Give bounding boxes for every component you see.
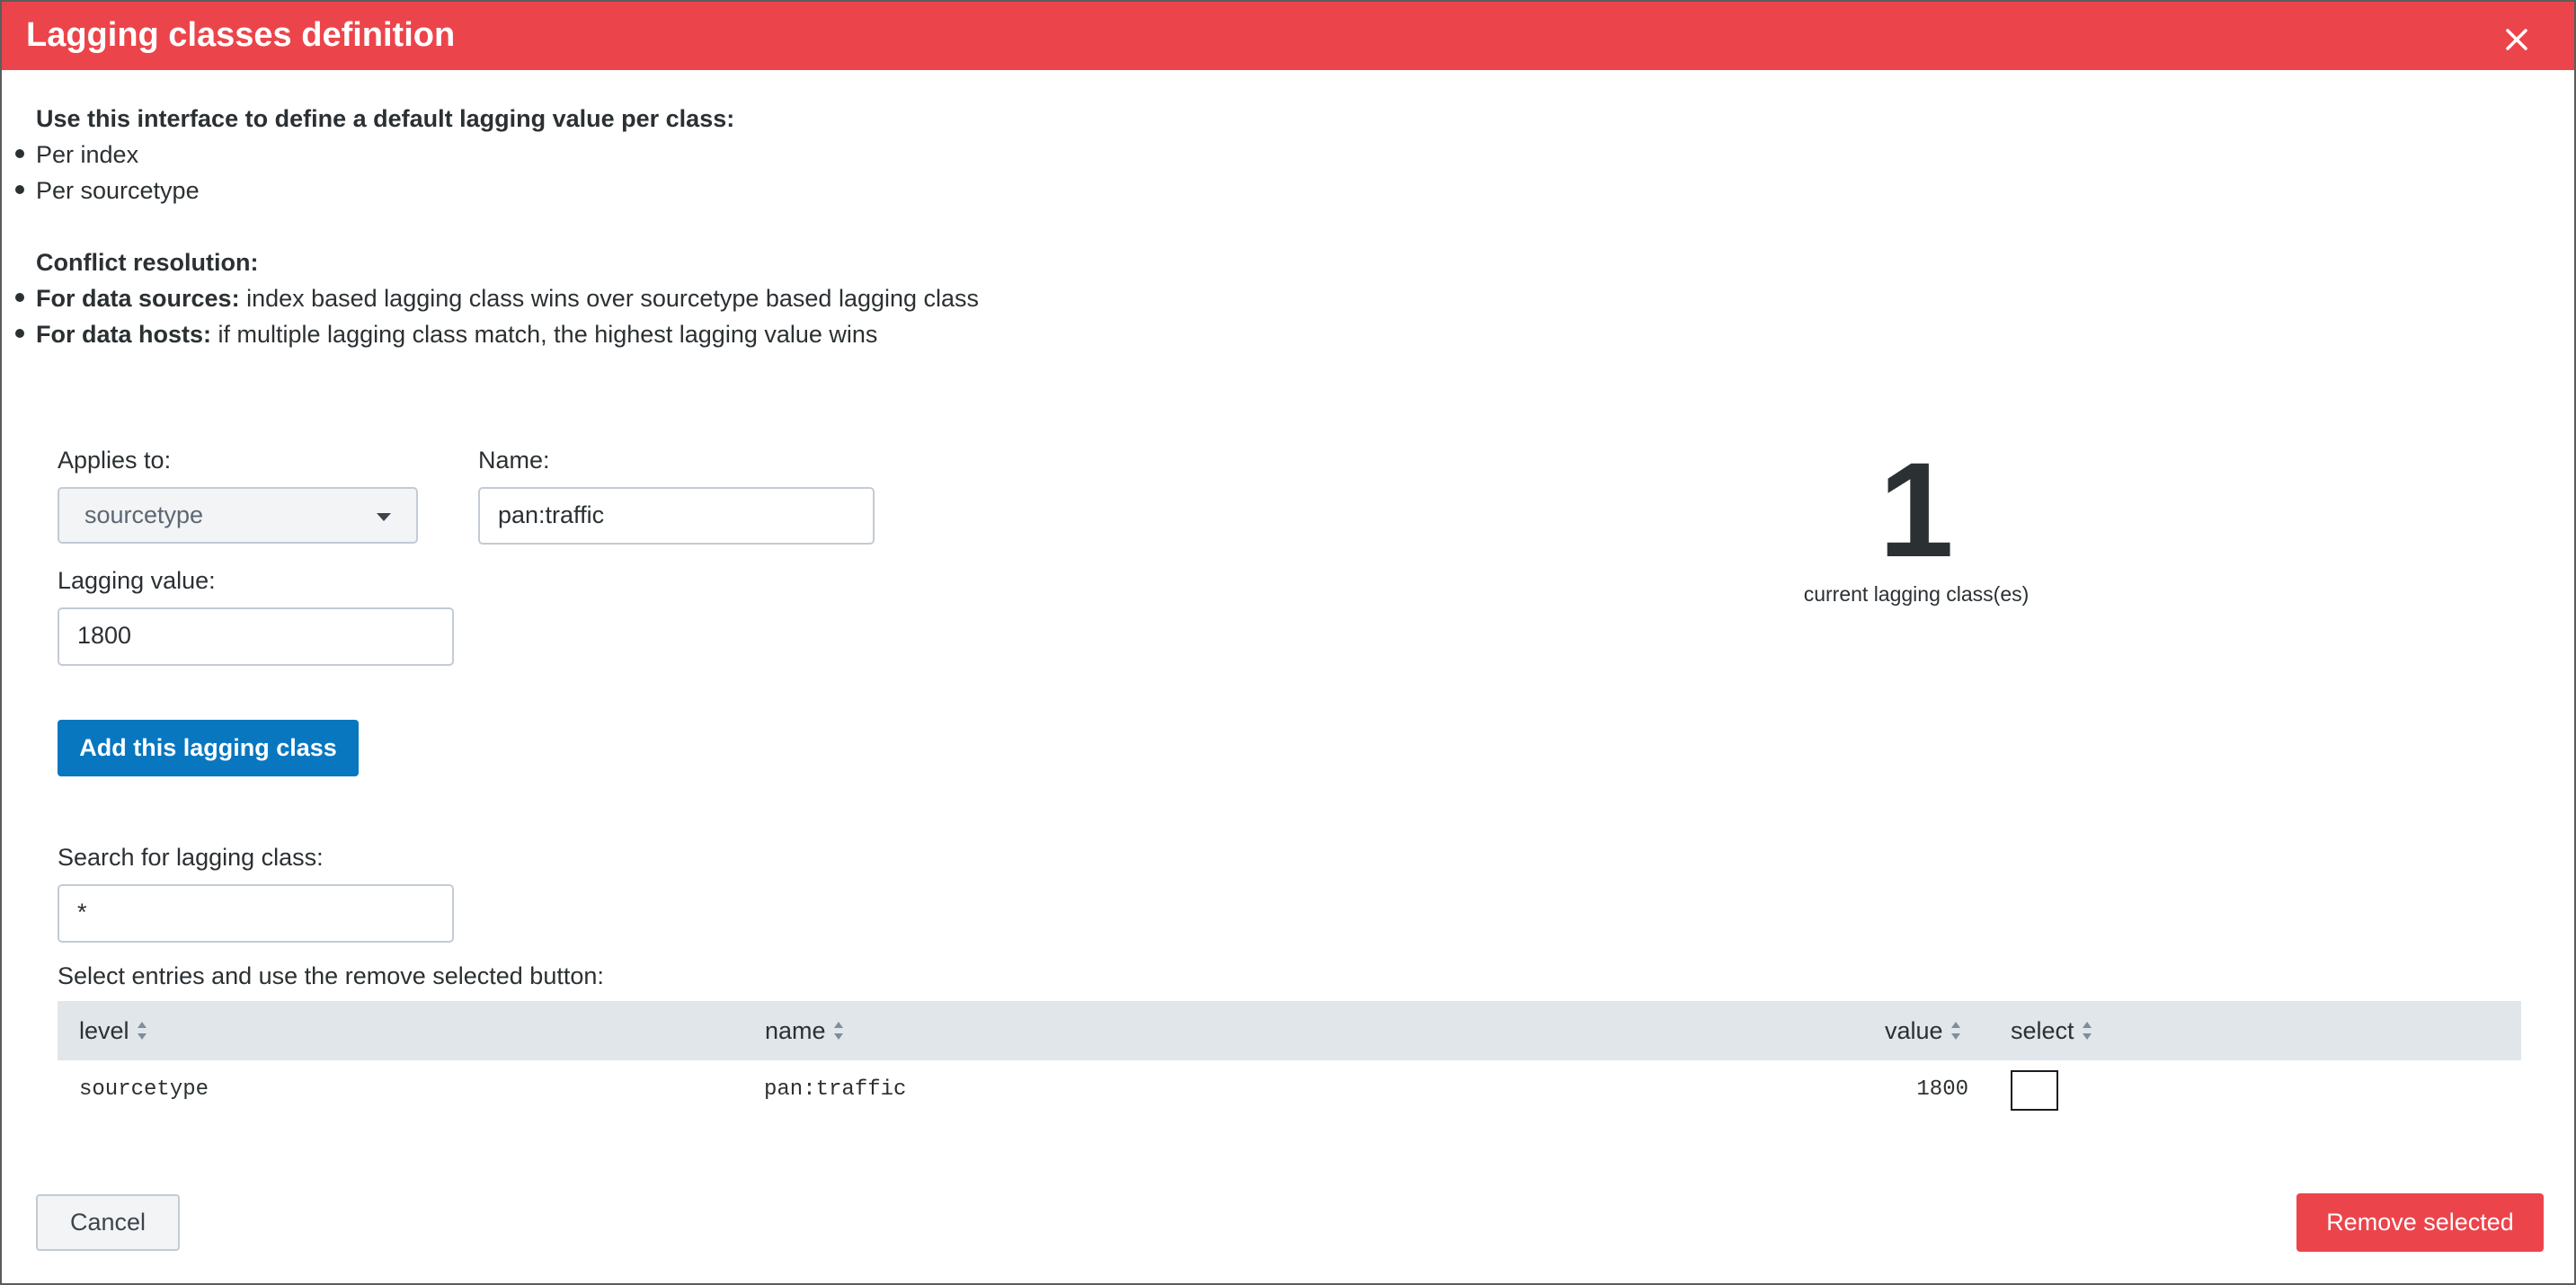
cell-name: pan:traffic bbox=[764, 1077, 907, 1102]
column-label: name bbox=[765, 1017, 826, 1044]
conflict-item-data-hosts: For data hosts: if multiple lagging clas… bbox=[36, 318, 877, 350]
column-label: value bbox=[1885, 1017, 1943, 1044]
column-header-name[interactable]: name bbox=[765, 1001, 844, 1060]
conflict-label: For data hosts: bbox=[36, 321, 212, 348]
cancel-button[interactable]: Cancel bbox=[36, 1194, 180, 1251]
bullet-icon bbox=[15, 149, 24, 158]
table-instruction: Select entries and use the remove select… bbox=[58, 962, 604, 989]
table-row: sourcetype pan:traffic 1800 bbox=[58, 1060, 2521, 1120]
bullet-icon bbox=[15, 185, 24, 194]
conflict-item-data-sources: For data sources: index based lagging cl… bbox=[36, 282, 979, 315]
add-lagging-class-button[interactable]: Add this lagging class bbox=[58, 720, 359, 776]
name-label: Name: bbox=[478, 447, 550, 474]
sort-icon bbox=[137, 1021, 147, 1040]
row-select-checkbox[interactable] bbox=[2011, 1070, 2058, 1111]
table-header: level name value select bbox=[58, 1001, 2521, 1060]
intro-item-per-sourcetype: Per sourcetype bbox=[36, 177, 200, 204]
sort-icon bbox=[2082, 1021, 2092, 1040]
column-header-value[interactable]: value bbox=[1885, 1001, 1961, 1060]
bullet-icon bbox=[15, 329, 24, 338]
column-header-level[interactable]: level bbox=[79, 1001, 147, 1060]
modal-header: Lagging classes definition bbox=[2, 2, 2574, 70]
lagging-value-input[interactable]: 1800 bbox=[58, 607, 454, 666]
conflict-heading: Conflict resolution: bbox=[36, 249, 259, 276]
sort-icon bbox=[1950, 1021, 1960, 1040]
conflict-label: For data sources: bbox=[36, 285, 240, 312]
close-icon[interactable] bbox=[2495, 18, 2538, 61]
search-label: Search for lagging class: bbox=[58, 844, 324, 871]
sort-icon bbox=[833, 1021, 843, 1040]
bullet-icon bbox=[15, 293, 24, 302]
lagging-value-label: Lagging value: bbox=[58, 567, 216, 594]
modal-title: Lagging classes definition bbox=[26, 16, 456, 54]
lagging-class-count-caption: current lagging class(es) bbox=[1803, 582, 2030, 606]
intro-heading: Use this interface to define a default l… bbox=[36, 105, 735, 132]
name-input[interactable]: pan:traffic bbox=[478, 487, 875, 545]
cell-level: sourcetype bbox=[79, 1077, 209, 1102]
applies-to-dropdown[interactable]: sourcetype bbox=[58, 487, 418, 544]
column-header-select[interactable]: select bbox=[2011, 1001, 2092, 1060]
lagging-class-count: 1 bbox=[1879, 434, 1954, 585]
applies-to-label: Applies to: bbox=[58, 447, 172, 474]
applies-to-value: sourcetype bbox=[84, 501, 204, 528]
caret-down-icon bbox=[377, 513, 391, 521]
intro-item-per-index: Per index bbox=[36, 141, 139, 168]
search-input[interactable]: * bbox=[58, 884, 454, 943]
conflict-text: if multiple lagging class match, the hig… bbox=[211, 321, 878, 348]
remove-selected-button[interactable]: Remove selected bbox=[2296, 1193, 2544, 1252]
conflict-text: index based lagging class wins over sour… bbox=[239, 285, 980, 312]
lagging-classes-modal: Lagging classes definition Use this inte… bbox=[0, 0, 2576, 1285]
column-label: select bbox=[2011, 1017, 2074, 1044]
lagging-classes-table: level name value select sourcetype pan:t… bbox=[58, 1001, 2521, 1120]
cell-value: 1800 bbox=[1916, 1077, 1968, 1102]
column-label: level bbox=[79, 1017, 129, 1044]
